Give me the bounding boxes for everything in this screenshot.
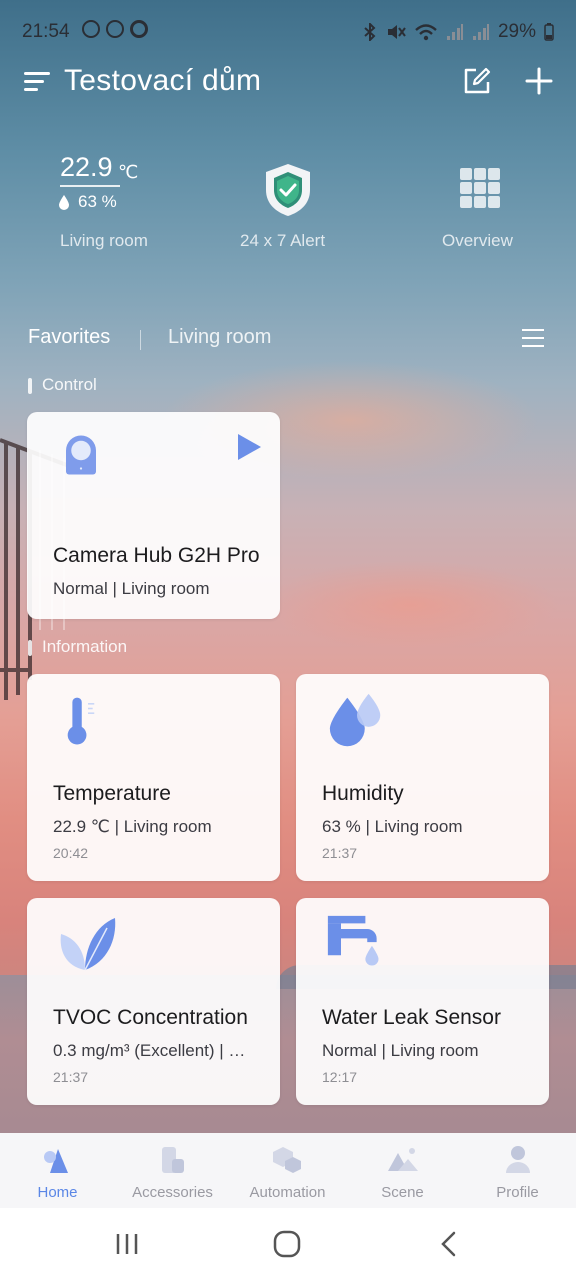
droplet-icon [59,195,69,210]
card-subtitle: 0.3 mg/m³ (Excellent) | … [53,1041,246,1060]
battery-percent: 29% [497,21,536,42]
nav-label: Home [37,1184,78,1201]
overview-grid-icon [460,168,500,208]
mute-icon [387,25,406,39]
summary-temperature: 22.9 [60,152,113,182]
automation-icon [273,1147,301,1173]
overview-widget[interactable]: Overview [430,162,530,272]
tvoc-card[interactable]: TVOC Concentration 0.3 mg/m³ (Excellent)… [27,898,280,1105]
alert-label: 24 x 7 Alert [240,231,326,250]
tab-living-room[interactable]: Living room [168,326,271,349]
tab-favorites[interactable]: Favorites [28,326,110,349]
card-subtitle: 63 % | Living room [322,817,463,836]
bluetooth-icon [364,23,376,41]
humidity-card[interactable]: Humidity 63 % | Living room 21:37 [296,674,549,881]
camera-hub-card[interactable]: Camera Hub G2H Pro Normal | Living room [27,412,280,619]
nav-label: Accessories [132,1184,213,1201]
messenger-icon [130,20,148,38]
summary-temperature-unit: ℃ [118,162,139,182]
card-title: Water Leak Sensor [322,1006,501,1029]
app-header: Testovací dům [0,60,576,110]
nav-label: Profile [496,1184,539,1201]
section-information: Information [28,637,127,657]
bottom-navigation: Home Accessories Automation Scene Profil… [0,1133,576,1208]
humidity-drops-icon [329,693,381,747]
home-icon [44,1149,68,1173]
camera-hub-icon [66,435,96,475]
card-title: TVOC Concentration [53,1006,248,1029]
water-leak-card[interactable]: Water Leak Sensor Normal | Living room 1… [296,898,549,1105]
edit-icon[interactable] [462,66,492,96]
signal-icon [446,24,463,40]
system-navigation-bar [0,1208,576,1280]
card-subtitle: Normal | Living room [53,579,210,598]
nav-home[interactable]: Home [0,1133,115,1208]
vpn-icon [82,20,100,38]
hamburger-menu-icon[interactable] [24,70,52,94]
card-title: Camera Hub G2H Pro [53,544,260,567]
home-button-icon[interactable] [272,1230,302,1258]
signal-icon [472,24,489,40]
shield-check-icon [266,164,310,216]
wifi-icon [415,24,437,41]
nav-accessories[interactable]: Accessories [115,1133,230,1208]
summary-humidity: 63 % [78,192,117,211]
card-subtitle: Normal | Living room [322,1041,479,1060]
scene-icon [388,1148,418,1171]
overview-label: Overview [442,231,513,250]
faucet-icon [327,915,379,966]
card-timestamp: 21:37 [322,845,358,861]
accessories-icon [162,1147,184,1173]
status-bar: 21:54 29% [0,0,576,64]
card-timestamp: 12:17 [322,1069,358,1085]
home-summary: 22.9 ℃ 63 % Living room 24 x 7 Alert Ove… [0,150,576,280]
nav-label: Automation [249,1184,326,1201]
nav-scene[interactable]: Scene [345,1133,460,1208]
sync-icon [106,20,124,38]
living-room-climate-widget[interactable]: 22.9 ℃ 63 % Living room [58,150,178,275]
list-menu-icon[interactable] [522,328,544,348]
status-time: 21:54 [22,21,70,42]
leaf-icon [60,918,116,971]
card-title: Humidity [322,782,404,805]
nav-label: Scene [381,1184,424,1201]
thermometer-icon [67,697,95,745]
room-tabs: Favorites Living room [0,322,576,356]
card-subtitle: 22.9 ℃ | Living room [53,817,212,836]
card-timestamp: 21:37 [53,1069,89,1085]
nav-automation[interactable]: Automation [230,1133,345,1208]
summary-room-label: Living room [60,231,148,250]
temperature-card[interactable]: Temperature 22.9 ℃ | Living room 20:42 [27,674,280,881]
card-timestamp: 20:42 [53,845,89,861]
recent-apps-icon[interactable] [112,1230,142,1258]
section-control: Control [28,375,97,395]
play-icon[interactable] [235,432,263,462]
profile-icon [506,1146,530,1173]
plus-icon[interactable] [524,66,554,96]
nav-profile[interactable]: Profile [460,1133,575,1208]
battery-icon [544,23,554,41]
card-title: Temperature [53,782,171,805]
page-title: Testovací dům [64,64,262,97]
back-icon[interactable] [434,1230,464,1258]
alert-widget[interactable]: 24 x 7 Alert [228,162,348,272]
